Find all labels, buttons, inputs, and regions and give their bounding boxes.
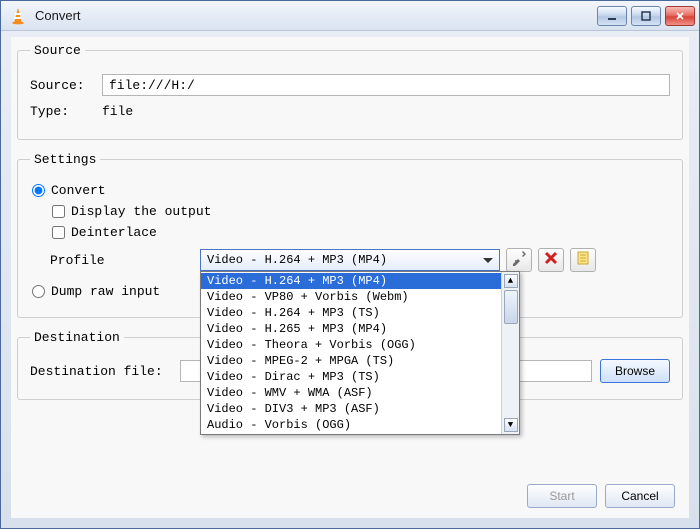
profile-dropdown: Video - H.264 + MP3 (MP4) Video - VP80 +… [200, 271, 520, 435]
profile-option[interactable]: Video - VP80 + Vorbis (Webm) [201, 289, 501, 305]
profile-option[interactable]: Video - Theora + Vorbis (OGG) [201, 337, 501, 353]
start-button[interactable]: Start [527, 484, 597, 508]
dropdown-scrollbar[interactable]: ▲ ▼ [501, 272, 519, 434]
window-buttons [597, 6, 695, 26]
convert-window: Convert Source Source: Type: file Settin… [0, 0, 700, 529]
delete-profile-button[interactable] [538, 248, 564, 272]
dialog-content: Source Source: Type: file Settings Conve… [11, 37, 689, 518]
convert-radio-label: Convert [51, 183, 106, 198]
destination-file-label: Destination file: [30, 364, 180, 379]
titlebar: Convert [1, 1, 699, 31]
source-legend: Source [30, 43, 85, 58]
start-button-label: Start [549, 489, 574, 503]
cancel-button-label: Cancel [621, 489, 658, 503]
new-doc-icon [575, 250, 591, 270]
source-label: Source: [30, 78, 102, 93]
profile-option[interactable]: Video - H.264 + MP3 (MP4) [201, 273, 501, 289]
convert-radio[interactable] [32, 184, 45, 197]
window-title: Convert [35, 8, 597, 23]
profile-option[interactable]: Video - Dirac + MP3 (TS) [201, 369, 501, 385]
profile-selected-value: Video - H.264 + MP3 (MP4) [207, 253, 387, 267]
profile-combobox[interactable]: Video - H.264 + MP3 (MP4) [200, 249, 500, 271]
deinterlace-label: Deinterlace [71, 225, 157, 240]
cancel-button[interactable]: Cancel [605, 484, 675, 508]
vlc-cone-icon [9, 7, 27, 25]
profile-option[interactable]: Video - WMV + WMA (ASF) [201, 385, 501, 401]
scroll-down-icon[interactable]: ▼ [504, 418, 518, 432]
minimize-button[interactable] [597, 6, 627, 26]
settings-legend: Settings [30, 152, 100, 167]
profile-option[interactable]: Video - H.265 + MP3 (MP4) [201, 321, 501, 337]
source-input[interactable] [102, 74, 670, 96]
close-button[interactable] [665, 6, 695, 26]
display-output-checkbox[interactable] [52, 205, 65, 218]
type-value: file [102, 102, 133, 121]
profile-option[interactable]: Video - MPEG-2 + MPGA (TS) [201, 353, 501, 369]
type-label: Type: [30, 104, 102, 119]
maximize-button[interactable] [631, 6, 661, 26]
profile-label: Profile [50, 253, 200, 268]
profile-option-list: Video - H.264 + MP3 (MP4) Video - VP80 +… [201, 272, 501, 434]
browse-button-label: Browse [615, 364, 655, 378]
dialog-footer: Start Cancel [527, 484, 675, 508]
dump-raw-label: Dump raw input [51, 284, 160, 299]
scroll-up-icon[interactable]: ▲ [504, 274, 518, 288]
profile-select[interactable]: Video - H.264 + MP3 (MP4) Video - H.264 … [200, 249, 500, 271]
profile-option[interactable]: Video - DIV3 + MP3 (ASF) [201, 401, 501, 417]
wrench-icon [511, 250, 527, 270]
browse-button[interactable]: Browse [600, 359, 670, 383]
edit-profile-button[interactable] [506, 248, 532, 272]
source-group: Source Source: Type: file [17, 43, 683, 140]
delete-x-icon [543, 250, 559, 270]
settings-group: Settings Convert Display the output Dein… [17, 152, 683, 318]
destination-legend: Destination [30, 330, 124, 345]
deinterlace-checkbox[interactable] [52, 226, 65, 239]
profile-option[interactable]: Video - H.264 + MP3 (TS) [201, 305, 501, 321]
scroll-thumb[interactable] [504, 290, 518, 324]
profile-option[interactable]: Audio - Vorbis (OGG) [201, 417, 501, 433]
new-profile-button[interactable] [570, 248, 596, 272]
dump-raw-radio[interactable] [32, 285, 45, 298]
display-output-label: Display the output [71, 204, 211, 219]
